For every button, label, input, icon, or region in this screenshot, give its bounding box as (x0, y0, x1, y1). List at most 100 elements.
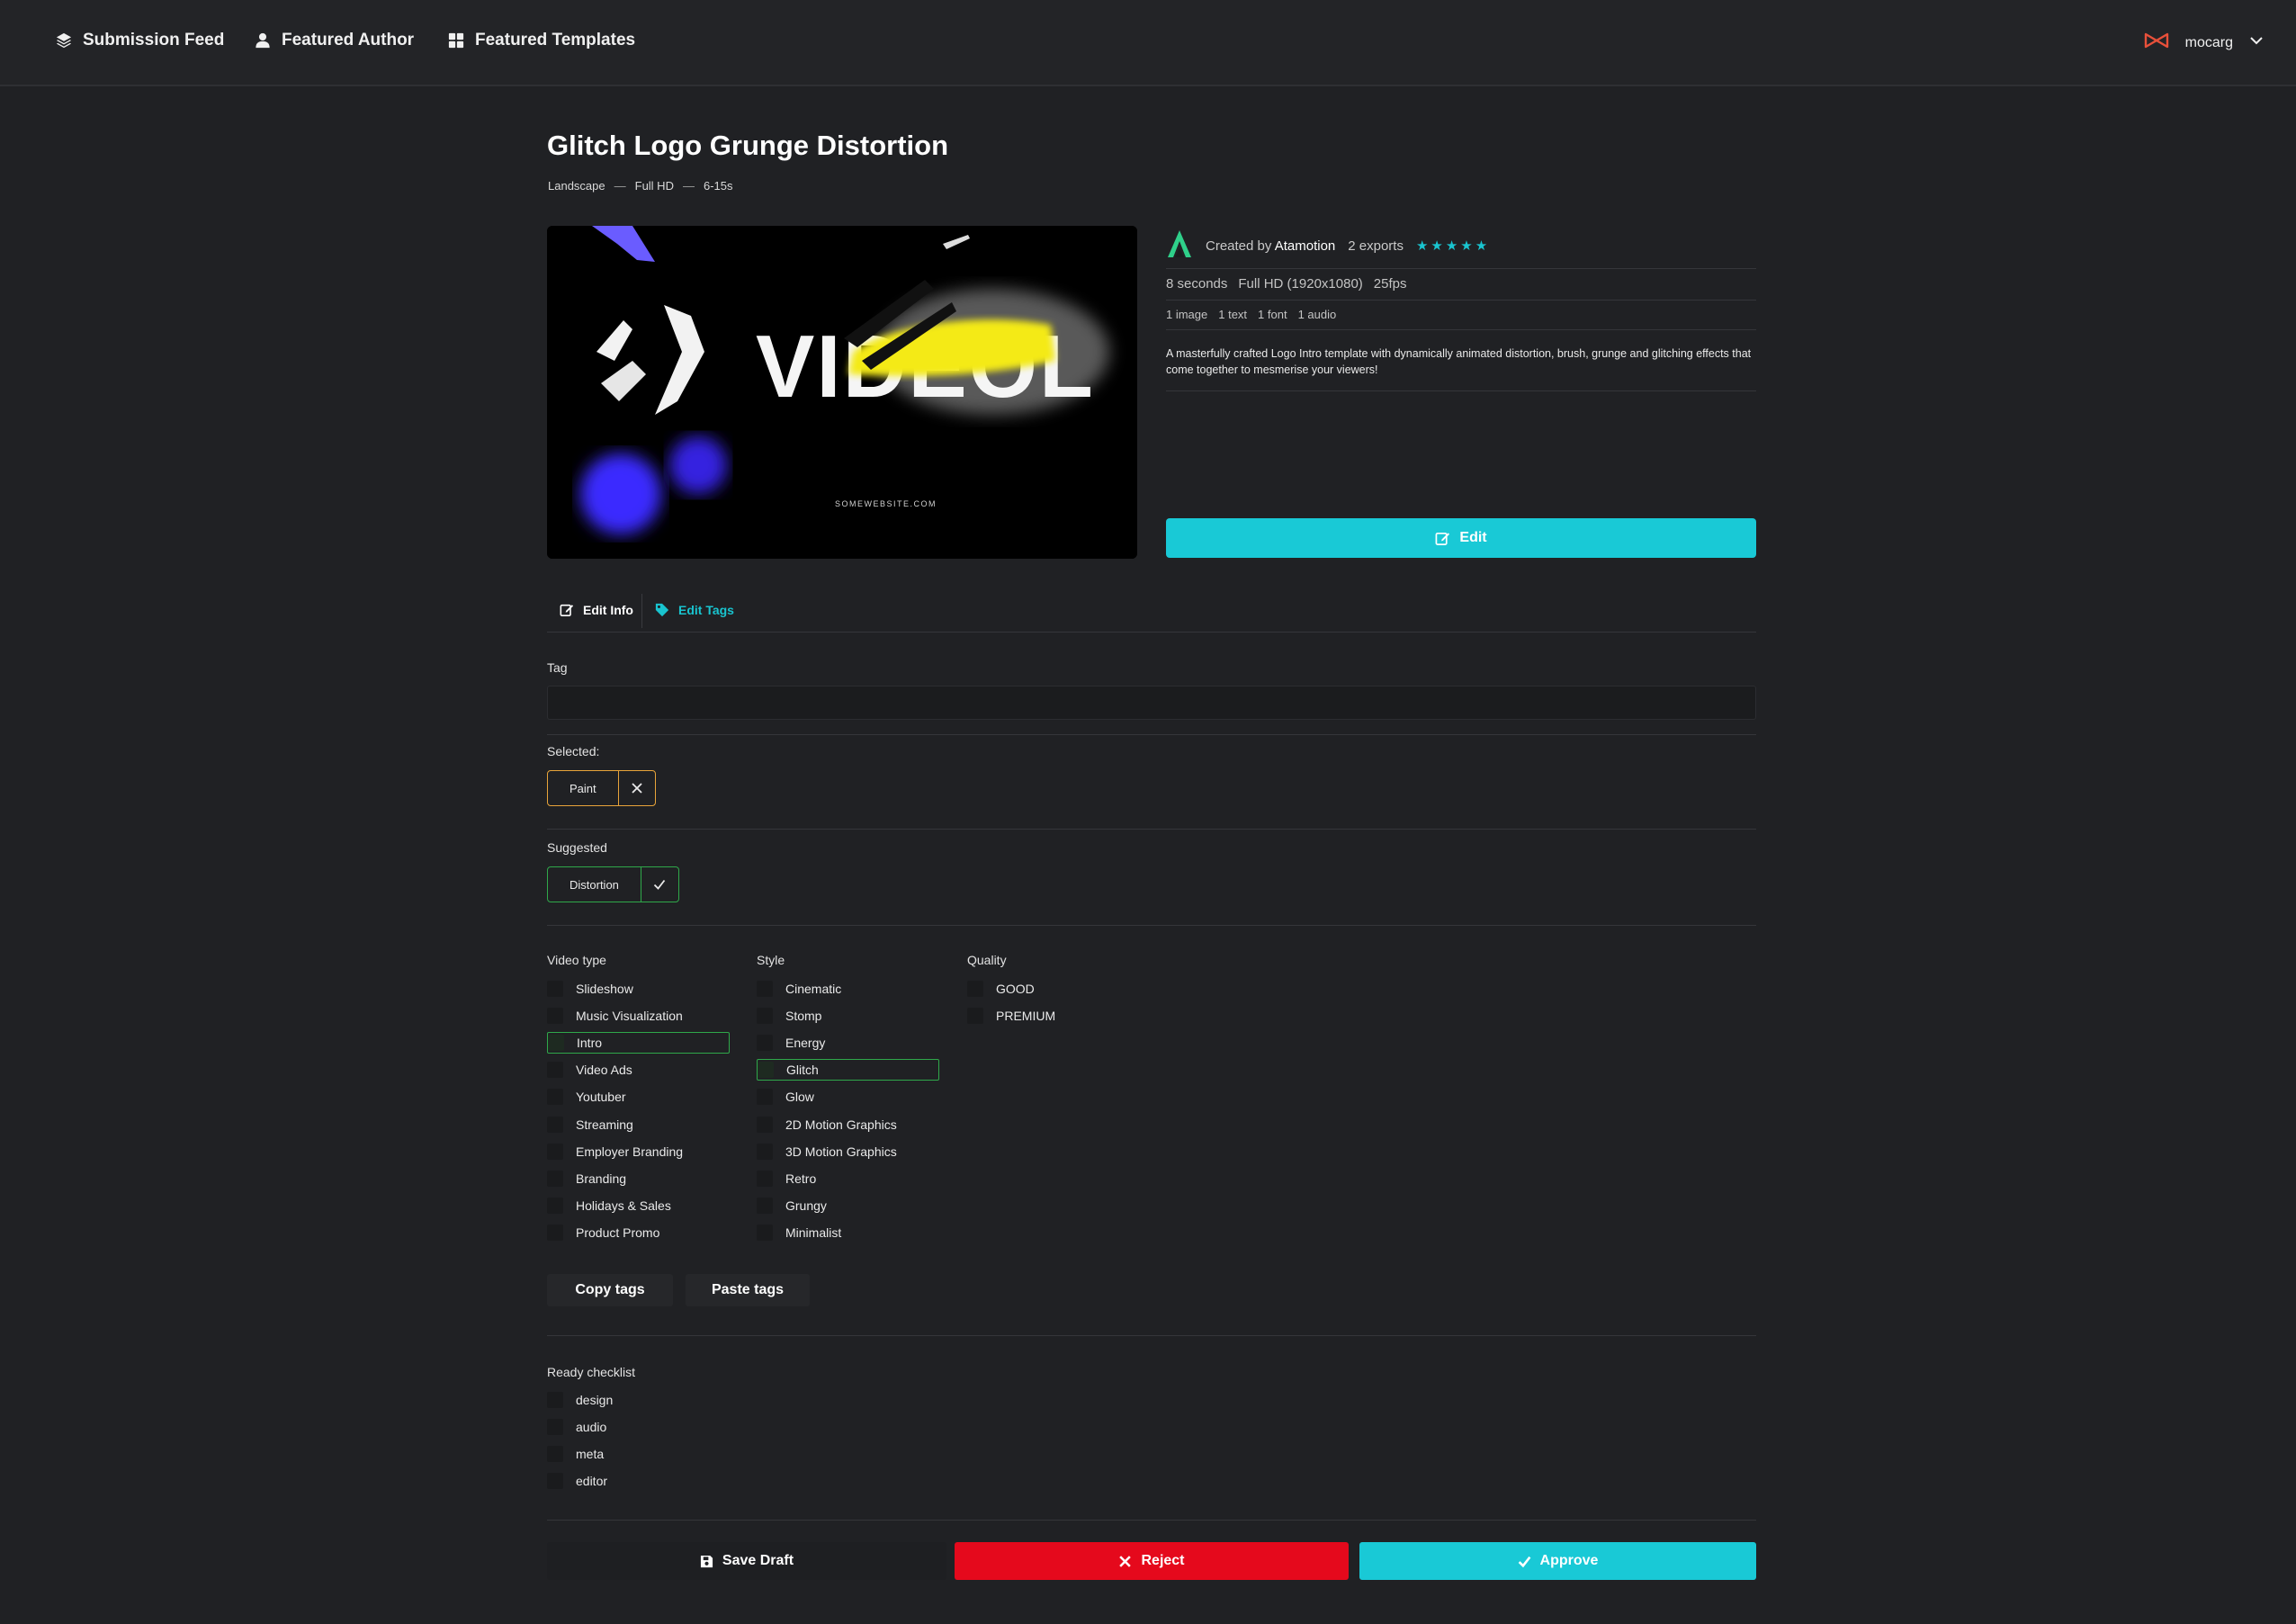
nav-featured-templates[interactable]: Featured Templates (448, 31, 635, 50)
divider (547, 925, 1756, 926)
check-icon (1518, 1556, 1530, 1567)
tab-edit-info[interactable]: Edit Info (560, 588, 633, 632)
checkbox-box[interactable] (547, 1446, 563, 1462)
close-icon (1119, 1555, 1132, 1567)
quality-checkbox[interactable]: PREMIUM (967, 1005, 1055, 1027)
checkbox-box[interactable] (547, 1089, 563, 1106)
checkbox-box[interactable] (547, 1116, 563, 1133)
nav-submission-feed[interactable]: Submission Feed (56, 31, 224, 50)
style-label: Minimalist (785, 1225, 842, 1240)
style-checkbox[interactable]: Energy (757, 1032, 825, 1054)
checkbox-box[interactable] (547, 1419, 563, 1435)
video-type-checkbox[interactable]: Product Promo (547, 1222, 659, 1243)
checkbox-box[interactable] (758, 1062, 774, 1079)
tab-edit-tags[interactable]: Edit Tags (655, 588, 734, 632)
edit-button-label: Edit (1459, 530, 1487, 545)
style-title: Style (757, 953, 785, 967)
checkbox-box[interactable] (547, 1008, 563, 1025)
checkbox-box[interactable] (548, 1035, 564, 1052)
checklist-item-label: editor (576, 1474, 608, 1488)
checkbox-box[interactable] (547, 1062, 563, 1079)
remove-tag-button[interactable] (617, 771, 655, 805)
meta-duration: 6-15s (703, 179, 733, 193)
video-type-checkbox[interactable]: Streaming (547, 1114, 633, 1135)
style-checkbox[interactable]: 3D Motion Graphics (757, 1141, 897, 1162)
style-checkbox[interactable]: 2D Motion Graphics (757, 1114, 897, 1135)
layers-icon (56, 32, 72, 49)
checkbox-box[interactable] (967, 981, 983, 997)
divider (1166, 390, 1756, 391)
style-label: Cinematic (785, 982, 842, 996)
checklist-item-checkbox[interactable]: audio (547, 1416, 606, 1438)
user-menu[interactable]: mocarg (2144, 31, 2264, 55)
approve-label: Approve (1539, 1553, 1599, 1568)
checkbox-box[interactable] (547, 981, 563, 997)
video-type-label: Holidays & Sales (576, 1198, 671, 1213)
checkbox-box[interactable] (757, 981, 773, 997)
tag-input[interactable] (547, 686, 1756, 720)
author-logo-icon (1166, 229, 1193, 263)
style-checkbox[interactable]: Glow (757, 1086, 814, 1108)
checklist-item-checkbox[interactable]: meta (547, 1443, 604, 1465)
checkbox-box[interactable] (757, 1197, 773, 1214)
quality-label: PREMIUM (996, 1009, 1056, 1024)
checklist-item-checkbox[interactable]: editor (547, 1470, 607, 1492)
style-label: 2D Motion Graphics (785, 1117, 897, 1132)
style-checkbox[interactable]: Glitch (757, 1059, 939, 1081)
video-type-checkbox[interactable]: Holidays & Sales (547, 1195, 671, 1216)
checkbox-box[interactable] (547, 1224, 563, 1241)
checkbox-box[interactable] (757, 1035, 773, 1052)
top-navigation: Submission Feed Featured Author Featured… (0, 0, 2296, 86)
reject-button[interactable]: Reject (955, 1542, 1349, 1580)
author-name[interactable]: Atamotion (1275, 238, 1336, 254)
checkbox-box[interactable] (547, 1473, 563, 1489)
created-by-label: Created by (1206, 238, 1272, 254)
reject-label: Reject (1141, 1553, 1185, 1568)
video-type-checkbox[interactable]: Video Ads (547, 1059, 632, 1081)
video-type-checkbox[interactable]: Branding (547, 1168, 626, 1189)
suggested-tag-label: Distortion (570, 877, 619, 892)
checkbox-box[interactable] (757, 1143, 773, 1160)
template-meta: Landscape — Full HD — 6-15s (548, 179, 733, 193)
video-type-checkbox[interactable]: Youtuber (547, 1086, 626, 1108)
style-checkbox[interactable]: Minimalist (757, 1222, 841, 1243)
brand-logo-icon (2144, 31, 2169, 55)
checkbox-box[interactable] (547, 1143, 563, 1160)
divider (547, 1335, 1756, 1336)
style-checkbox[interactable]: Grungy (757, 1195, 827, 1216)
nav-featured-author[interactable]: Featured Author (255, 31, 414, 50)
count-audio: 1 audio (1297, 308, 1337, 321)
video-type-checkbox[interactable]: Intro (547, 1032, 730, 1054)
checkbox-box[interactable] (757, 1116, 773, 1133)
style-checkbox[interactable]: Cinematic (757, 978, 841, 1000)
checkbox-box[interactable] (757, 1224, 773, 1241)
quality-checkbox[interactable]: GOOD (967, 978, 1035, 1000)
video-type-checkbox[interactable]: Employer Branding (547, 1141, 683, 1162)
checkbox-box[interactable] (547, 1170, 563, 1187)
suggested-label: Suggested (547, 840, 607, 855)
style-checkbox[interactable]: Stomp (757, 1005, 821, 1027)
edit-template-button[interactable]: Edit (1166, 518, 1756, 558)
video-type-checkbox[interactable]: Music Visualization (547, 1005, 683, 1027)
created-by: Created by Atamotion (1206, 238, 1335, 254)
divider (1166, 329, 1756, 330)
user-icon (256, 32, 270, 49)
page-title: Glitch Logo Grunge Distortion (547, 130, 949, 161)
approve-button[interactable]: Approve (1359, 1542, 1756, 1580)
video-type-checkbox[interactable]: Slideshow (547, 978, 633, 1000)
save-draft-button[interactable]: Save Draft (547, 1542, 946, 1580)
checkbox-box[interactable] (757, 1008, 773, 1025)
checkbox-box[interactable] (757, 1170, 773, 1187)
accept-tag-button[interactable] (640, 867, 678, 902)
style-checkbox[interactable]: Retro (757, 1168, 816, 1189)
checkbox-box[interactable] (547, 1392, 563, 1408)
paste-tags-button[interactable]: Paste tags (686, 1274, 810, 1306)
template-preview[interactable]: VIDEOL SOMEWEBSITE.COM (547, 226, 1137, 559)
checkbox-box[interactable] (757, 1089, 773, 1106)
save-draft-label: Save Draft (722, 1553, 794, 1568)
checkbox-box[interactable] (547, 1197, 563, 1214)
quality-title: Quality (967, 953, 1007, 967)
checklist-item-checkbox[interactable]: design (547, 1389, 613, 1411)
checkbox-box[interactable] (967, 1008, 983, 1025)
copy-tags-button[interactable]: Copy tags (547, 1274, 673, 1306)
